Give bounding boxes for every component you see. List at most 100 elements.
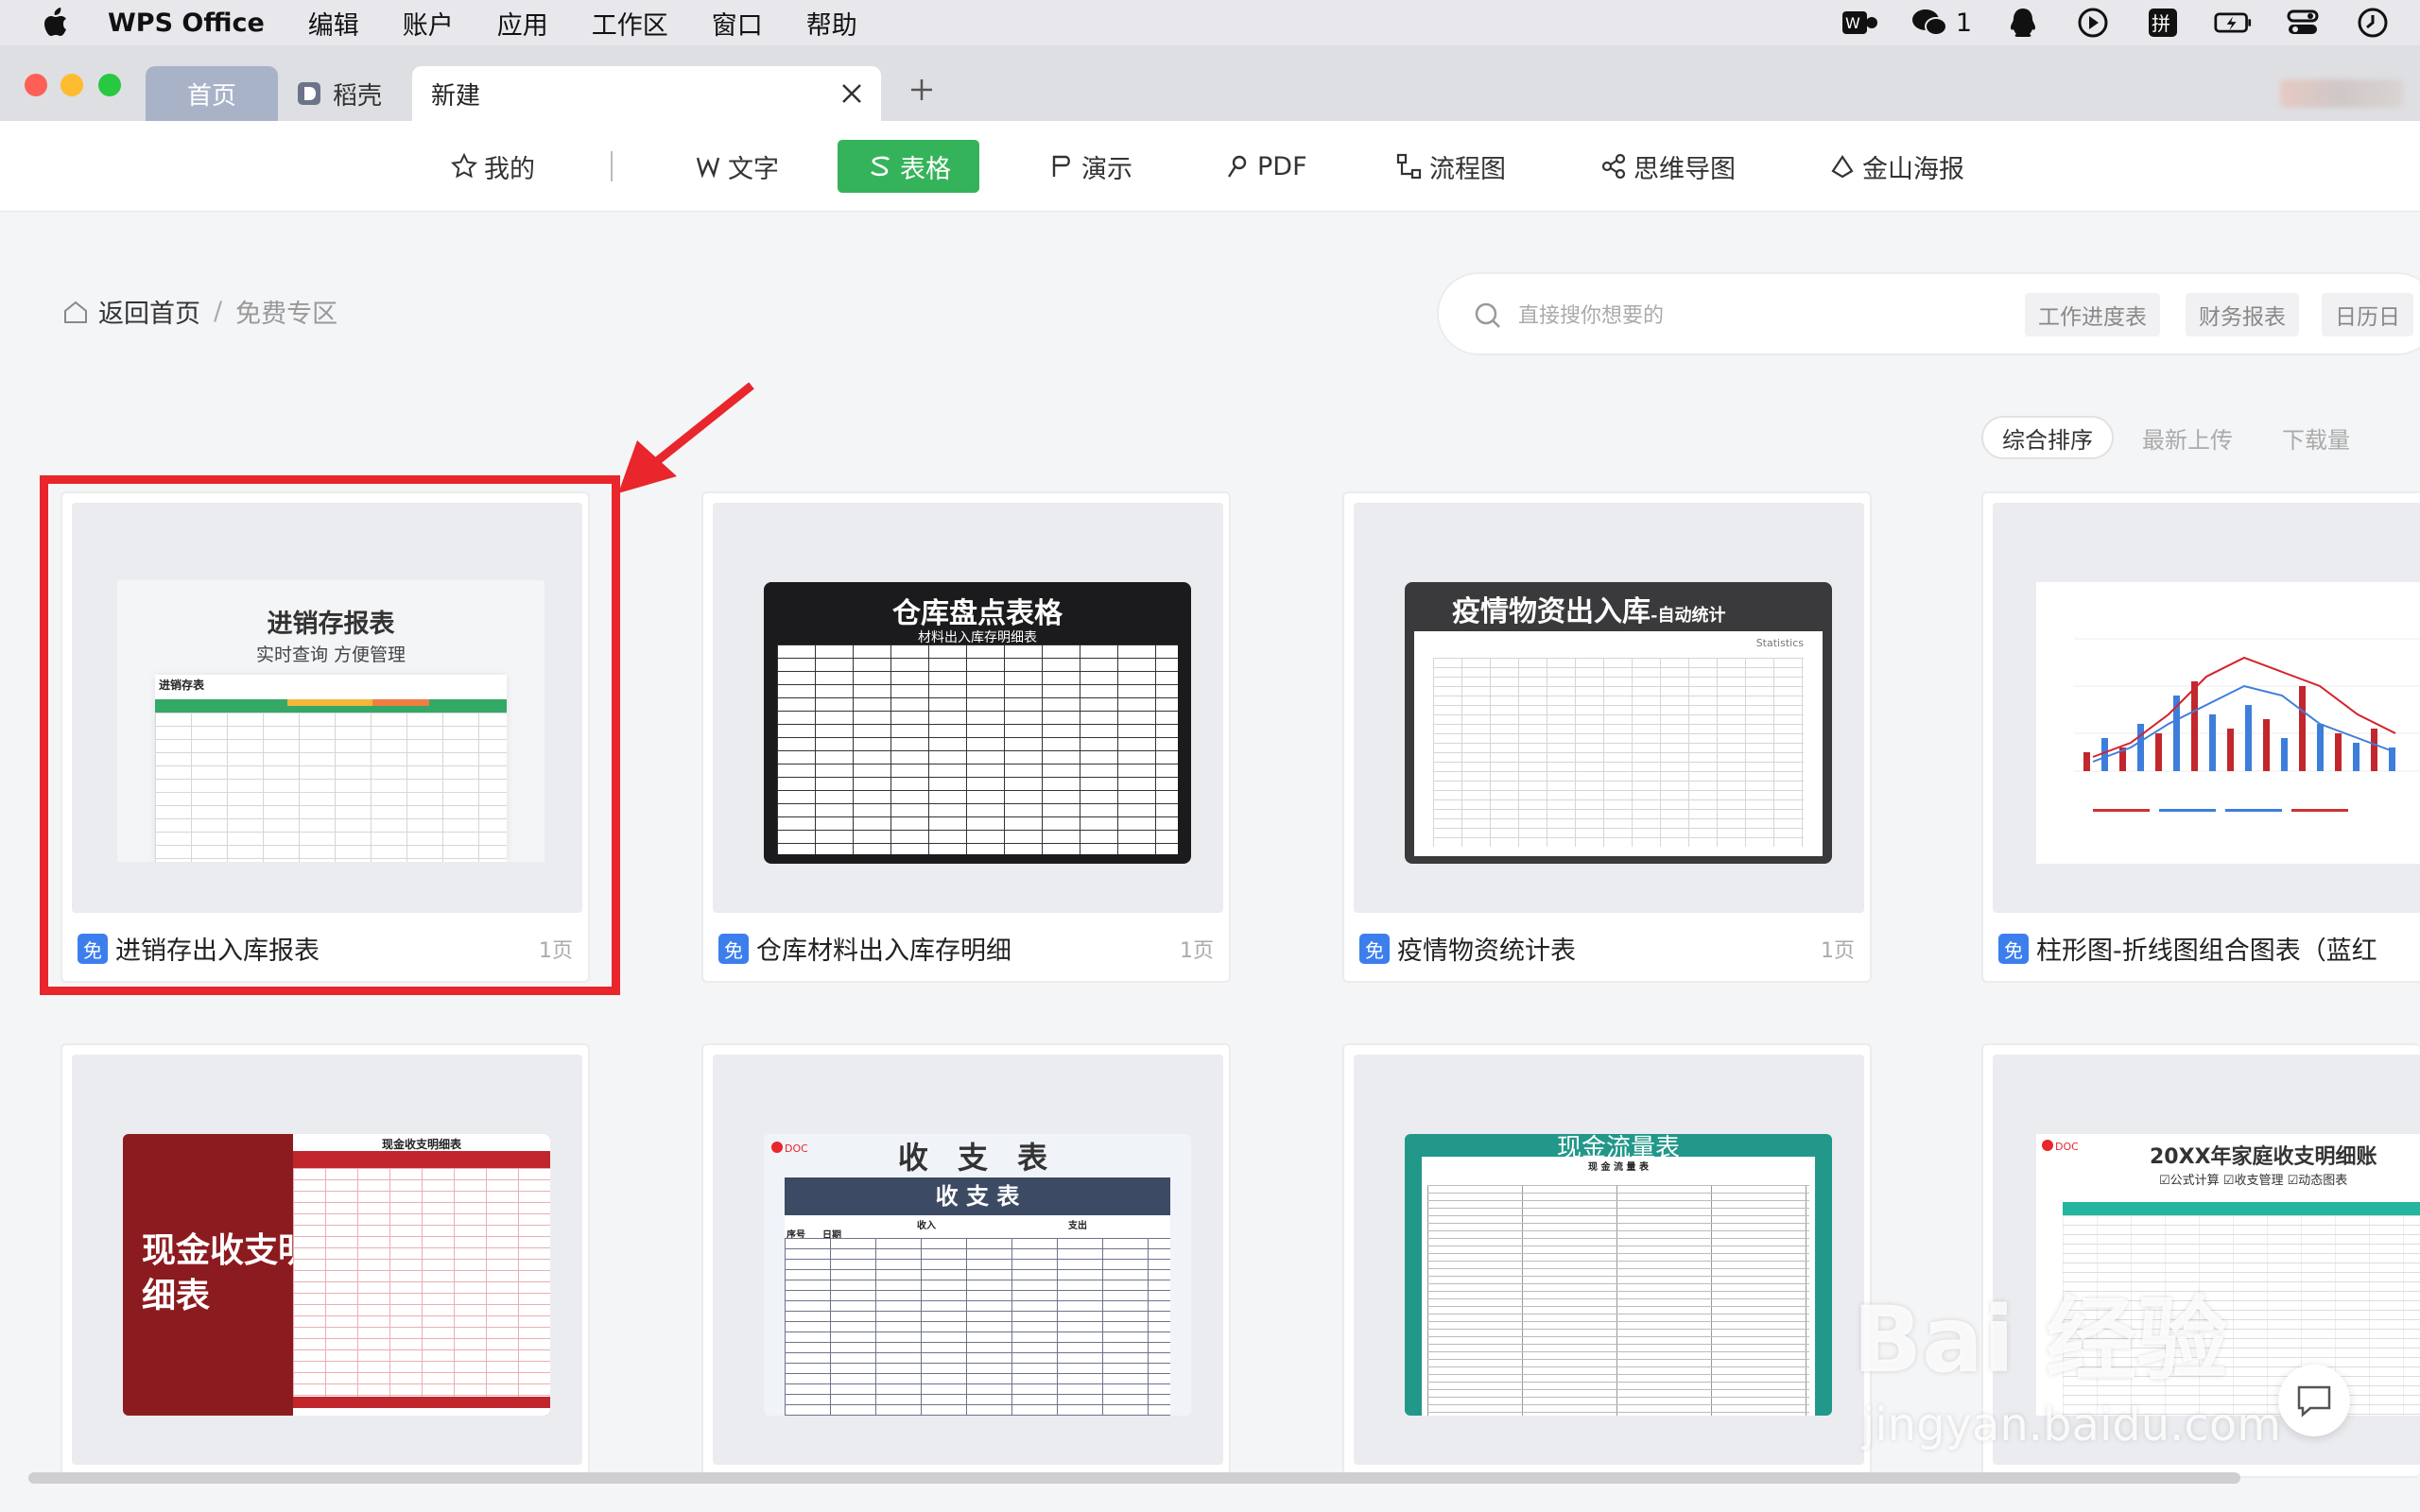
chart-bar xyxy=(2209,714,2216,771)
chart-bar xyxy=(2191,681,2198,771)
preview-canvas: 现金流量表 现 金 流 量 表 xyxy=(1405,1134,1832,1416)
category-present[interactable]: 演示 xyxy=(1047,140,1132,193)
category-writer-label: 文字 xyxy=(728,154,779,184)
category-mindmap[interactable]: 思维导图 xyxy=(1599,140,1736,193)
preview-canvas xyxy=(2036,582,2420,864)
preview-sheet-grid xyxy=(1427,1185,1809,1416)
wps-tray-icon[interactable]: W xyxy=(1841,4,1878,42)
template-pages: 1页 xyxy=(1180,939,1214,963)
chart-bar xyxy=(2299,686,2306,771)
template-search: 工作进度表 财务报表 日历日 xyxy=(1437,272,2420,355)
category-present-label: 演示 xyxy=(1081,154,1132,184)
free-badge: 免 xyxy=(1359,934,1390,964)
breadcrumb-home-link[interactable]: 返回首页 xyxy=(98,293,200,330)
search-chip-finance[interactable]: 财务报表 xyxy=(2186,293,2299,336)
writer-w-icon xyxy=(696,157,720,179)
menu-account[interactable]: 账户 xyxy=(403,5,454,42)
tab-new[interactable]: 新建 xyxy=(412,66,881,121)
sort-overall[interactable]: 综合排序 xyxy=(1981,416,2114,459)
template-card-warehouse[interactable]: 仓库盘点表格 材料出入库存明细表 免 仓库材料出入库存明细 1页 xyxy=(701,491,1231,983)
search-chip-progress[interactable]: 工作进度表 xyxy=(2025,293,2160,336)
chart-bar xyxy=(2353,743,2360,771)
template-card-cashflow[interactable]: 现金流量表 现 金 流 量 表 xyxy=(1342,1043,1872,1478)
breadcrumb-separator: / xyxy=(214,297,223,326)
category-pdf[interactable]: PDF xyxy=(1223,140,1307,193)
menu-workspace[interactable]: 工作区 xyxy=(592,5,668,42)
wechat-icon[interactable] xyxy=(1910,4,1948,42)
template-card-cash-detail[interactable]: 现金收支明细表 现金收支明细表 xyxy=(60,1043,590,1478)
daoke-icon xyxy=(298,82,320,105)
annotation-arrow-icon xyxy=(618,382,754,493)
template-name[interactable]: 仓库材料出入库存明细 xyxy=(756,930,1011,967)
sort-downloads[interactable]: 下载量 xyxy=(2282,416,2350,459)
input-method-icon[interactable]: 拼 xyxy=(2144,4,2182,42)
tab-new-label: 新建 xyxy=(431,81,481,111)
menu-app-name[interactable]: WPS Office xyxy=(108,9,265,38)
tab-daoke-label: 稻壳 xyxy=(333,81,383,111)
chart-bar xyxy=(2371,729,2377,771)
category-poster[interactable]: 金山海报 xyxy=(1828,140,1964,193)
tab-daoke[interactable]: 稻壳 xyxy=(289,66,408,121)
chart-bar xyxy=(2137,724,2144,771)
template-card-epidemic[interactable]: 疫情物资出入库-自动统计 Statistics 免 疫情物资统计表 1页 xyxy=(1342,491,1872,983)
sort-newest[interactable]: 最新上传 xyxy=(2142,416,2233,459)
search-chip-calendar[interactable]: 日历日 xyxy=(2322,293,2413,336)
preview-sheet-header xyxy=(2063,1202,2420,1215)
category-flowchart[interactable]: 流程图 xyxy=(1395,140,1506,193)
preview-sheet: 收 支 表 序号 日期 收入 支出 xyxy=(785,1177,1170,1416)
status-tray: W 1 拼 xyxy=(1841,0,2392,45)
menu-edit[interactable]: 编辑 xyxy=(308,5,359,42)
preview-sheet: Statistics xyxy=(1414,631,1823,856)
search-icon[interactable] xyxy=(1473,301,1503,331)
template-thumbnail: 仓库盘点表格 材料出入库存明细表 xyxy=(713,503,1223,913)
preview-sheet-title: 收 支 表 xyxy=(785,1177,1170,1215)
sheet-s-icon xyxy=(871,156,890,177)
svg-text:拼: 拼 xyxy=(2152,12,2170,35)
category-writer[interactable]: 文字 xyxy=(694,140,779,193)
preview-subtitle: 材料出入库存明细表 xyxy=(918,630,1037,645)
search-input[interactable] xyxy=(1518,293,1991,338)
horizontal-scrollbar[interactable] xyxy=(28,1472,2240,1484)
template-card-combo-chart[interactable]: 免 柱形图-折线图组合图表（蓝红 xyxy=(1981,491,2420,983)
preview-canvas: 现金收支明细表 现金收支明细表 xyxy=(123,1134,550,1416)
window-minimize-button[interactable] xyxy=(60,74,83,96)
star-icon xyxy=(450,152,478,179)
feedback-button[interactable] xyxy=(2278,1365,2350,1436)
category-mine-label: 我的 xyxy=(484,154,535,184)
category-sheet[interactable]: 表格 xyxy=(838,140,979,193)
close-icon[interactable] xyxy=(839,81,864,106)
docer-logo-icon: DOCER xyxy=(2042,1140,2078,1153)
window-close-button[interactable] xyxy=(25,74,47,96)
category-mine[interactable]: 我的 xyxy=(450,140,535,193)
category-poster-label: 金山海报 xyxy=(1862,154,1964,184)
category-pdf-label: PDF xyxy=(1257,151,1307,181)
template-thumbnail xyxy=(1993,503,2420,913)
home-icon[interactable] xyxy=(62,299,89,325)
clock-icon[interactable] xyxy=(2354,4,2392,42)
preview-sheet-title: 现金收支明细表 xyxy=(381,1138,461,1151)
chart-bar xyxy=(2281,738,2288,771)
new-tab-plus-icon[interactable] xyxy=(908,76,936,104)
combo-chart-thumbnail xyxy=(2074,638,2420,812)
breadcrumb: 返回首页 / 免费专区 xyxy=(62,293,337,330)
window-zoom-button[interactable] xyxy=(98,74,121,96)
play-icon[interactable] xyxy=(2074,4,2112,42)
battery-icon[interactable] xyxy=(2214,4,2252,42)
menu-window[interactable]: 窗口 xyxy=(712,5,763,42)
preview-title-suffix: -自动统计 xyxy=(1651,606,1726,626)
chart-bar xyxy=(2245,705,2252,771)
qq-icon[interactable] xyxy=(2004,4,2042,42)
template-name[interactable]: 疫情物资统计表 xyxy=(1397,930,1576,967)
account-avatar[interactable] xyxy=(2280,79,2403,108)
preview-title: 收 支 表 xyxy=(897,1140,1058,1176)
apple-icon[interactable] xyxy=(38,4,76,42)
category-sheet-label: 表格 xyxy=(900,154,951,184)
tab-home[interactable]: 首页 xyxy=(146,66,278,121)
control-center-icon[interactable] xyxy=(2284,4,2322,42)
template-name[interactable]: 柱形图-折线图组合图表（蓝红 xyxy=(2036,930,2377,967)
menu-apps[interactable]: 应用 xyxy=(497,5,548,42)
template-card-income-expense[interactable]: DOCER 收 支 表 收 支 表 序号 日期 收入 支出 xyxy=(701,1043,1231,1478)
menu-help[interactable]: 帮助 xyxy=(806,5,857,42)
pdf-icon xyxy=(1227,155,1247,178)
poster-icon xyxy=(1831,155,1854,179)
